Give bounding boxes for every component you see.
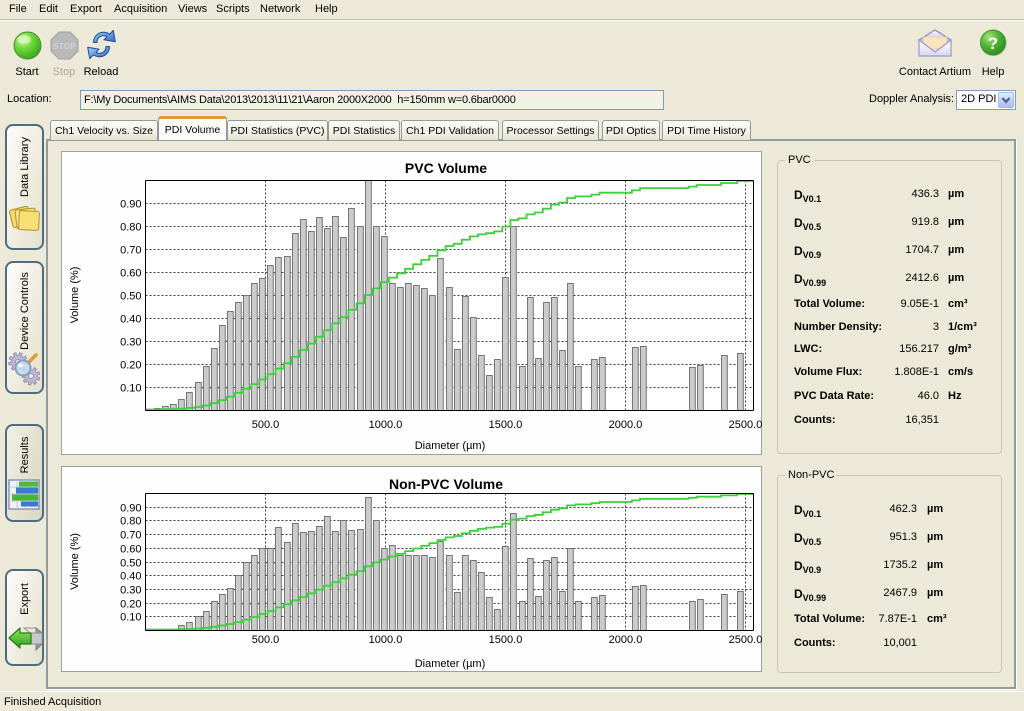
svg-text:?: ?	[988, 34, 998, 53]
svg-text:0.20: 0.20	[120, 599, 141, 611]
svg-text:2500.0: 2500.0	[729, 419, 762, 431]
svg-text:0.90: 0.90	[120, 503, 141, 515]
svg-text:Diameter (µm): Diameter (µm)	[415, 658, 486, 670]
svg-text:0.70: 0.70	[120, 530, 141, 542]
svg-text:1500.0: 1500.0	[489, 419, 523, 431]
svg-text:STOP: STOP	[53, 42, 76, 51]
svg-text:Volume (%): Volume (%)	[69, 533, 81, 590]
svg-text:0.60: 0.60	[120, 544, 141, 556]
svg-text:0.70: 0.70	[120, 245, 141, 257]
svg-text:0.40: 0.40	[120, 314, 141, 326]
svg-text:Volume (%): Volume (%)	[69, 267, 81, 324]
svg-text:0.50: 0.50	[120, 291, 141, 303]
svg-text:Non-PVC Volume: Non-PVC Volume	[389, 476, 503, 492]
svg-text:PVC Volume: PVC Volume	[405, 160, 487, 176]
svg-text:0.80: 0.80	[120, 516, 141, 528]
svg-text:0.20: 0.20	[120, 360, 141, 372]
svg-text:0.30: 0.30	[120, 585, 141, 597]
svg-text:Diameter (µm): Diameter (µm)	[415, 440, 486, 452]
svg-text:2000.0: 2000.0	[609, 419, 643, 431]
svg-text:0.10: 0.10	[120, 612, 141, 624]
svg-text:0.60: 0.60	[120, 268, 141, 280]
svg-text:0.80: 0.80	[120, 222, 141, 234]
svg-text:0.40: 0.40	[120, 571, 141, 583]
svg-text:1000.0: 1000.0	[369, 419, 403, 431]
svg-text:0.90: 0.90	[120, 199, 141, 211]
svg-text:2500.0: 2500.0	[729, 634, 762, 646]
svg-text:0.50: 0.50	[120, 558, 141, 570]
svg-text:1500.0: 1500.0	[489, 634, 523, 646]
svg-text:500.0: 500.0	[252, 419, 280, 431]
svg-text:500.0: 500.0	[252, 634, 280, 646]
svg-text:1000.0: 1000.0	[369, 634, 403, 646]
svg-text:0.30: 0.30	[120, 337, 141, 349]
svg-text:0.10: 0.10	[120, 383, 141, 395]
svg-text:2000.0: 2000.0	[609, 634, 643, 646]
